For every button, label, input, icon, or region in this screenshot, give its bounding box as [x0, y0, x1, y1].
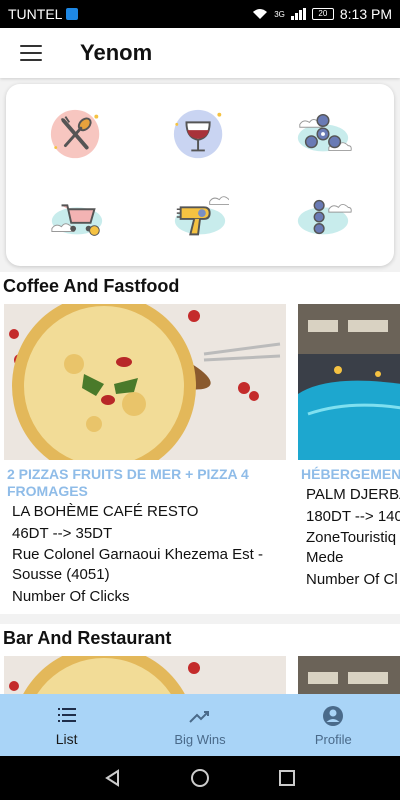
fork-spoon-icon: [51, 109, 100, 158]
page-title: Yenom: [80, 40, 153, 65]
back-icon[interactable]: [103, 768, 123, 788]
account-icon: [323, 705, 344, 726]
system-nav-bar: [0, 756, 400, 800]
nav-label: List: [55, 731, 78, 747]
section-bar-restaurant: Bar And Restaurant: [0, 624, 400, 694]
offer-clicks: Number Of Clicks: [12, 588, 130, 605]
home-icon[interactable]: [190, 768, 210, 788]
clock: 8:13 PM: [339, 6, 392, 22]
offer-merchant: PALM DJERBA: [306, 486, 400, 503]
offer-image: [298, 304, 400, 460]
section-coffee-fastfood: Coffee And Fastfood 2 PIZZAS FRUITS DE M…: [0, 272, 400, 614]
category-leisure[interactable]: [261, 92, 384, 175]
fidget-spinner-icon: [297, 113, 352, 151]
signal-icon: [290, 8, 306, 20]
offer-price: 180DT --> 140: [306, 508, 400, 525]
offer-price: 46DT --> 35DT: [12, 525, 113, 542]
list-icon: [57, 708, 76, 722]
shield-icon: [66, 8, 79, 20]
carrier-label: TUNTEL: [8, 6, 63, 22]
main-content[interactable]: Coffee And Fastfood 2 PIZZAS FRUITS DE M…: [0, 78, 400, 694]
offer-title: 2 PIZZAS FRUITS DE MER + PIZZA 4 FROMAGE…: [7, 466, 249, 499]
offers-carousel[interactable]: 2 PIZZAS FRUITS DE MER + PIZZA 4 FROMAGE…: [0, 302, 400, 614]
offer-card[interactable]: [298, 656, 400, 694]
category-beauty[interactable]: [139, 175, 262, 258]
offer-clicks: Number Of Cl: [306, 571, 398, 588]
wine-glass-icon: [173, 109, 223, 158]
nav-label: Big Wins: [174, 731, 226, 747]
offer-card[interactable]: [4, 656, 286, 694]
dots-icon: [297, 199, 352, 234]
section-title: Coffee And Fastfood: [3, 276, 180, 296]
offer-image: [298, 656, 400, 694]
status-bar: TUNTEL 3G 20 8:13 PM: [0, 0, 400, 28]
offer-card[interactable]: 2 PIZZAS FRUITS DE MER + PIZZA 4 FROMAGE…: [4, 304, 286, 614]
network-type: 3G: [274, 9, 285, 19]
category-bar[interactable]: [139, 92, 262, 175]
nav-profile[interactable]: Profile: [267, 694, 400, 756]
offer-title: HÉBERGEMENT: [301, 466, 400, 482]
offer-address: ZoneTouristiq Djerba - Mede: [306, 529, 400, 566]
battery-icon: 20: [311, 8, 334, 20]
category-shopping[interactable]: [16, 175, 139, 258]
trending-icon: [189, 710, 209, 723]
nav-label: Profile: [314, 731, 352, 747]
category-other[interactable]: [261, 175, 384, 258]
nav-list[interactable]: List: [0, 694, 133, 756]
category-grid: [6, 84, 394, 266]
offer-image: [4, 304, 286, 460]
offers-carousel[interactable]: [0, 654, 400, 694]
offer-address: Rue Colonel Garnaoui Khezema Est - Souss…: [12, 546, 263, 583]
offer-card[interactable]: HÉBERGEMENT PALM DJERBA 180DT --> 140 Zo…: [298, 304, 400, 614]
category-restaurants[interactable]: [16, 92, 139, 175]
offer-image: [4, 656, 286, 694]
menu-icon[interactable]: [20, 45, 42, 61]
app-bar: Yenom: [0, 28, 400, 78]
bottom-nav: List Big Wins Profile: [0, 694, 400, 756]
section-title: Bar And Restaurant: [3, 628, 172, 648]
recents-icon[interactable]: [277, 768, 297, 788]
hair-dryer-icon: [174, 195, 229, 235]
offer-merchant: LA BOHÈME CAFÉ RESTO: [12, 503, 199, 520]
nav-big-wins[interactable]: Big Wins: [133, 694, 266, 756]
shopping-cart-icon: [51, 203, 103, 236]
wifi-icon: [253, 9, 268, 19]
